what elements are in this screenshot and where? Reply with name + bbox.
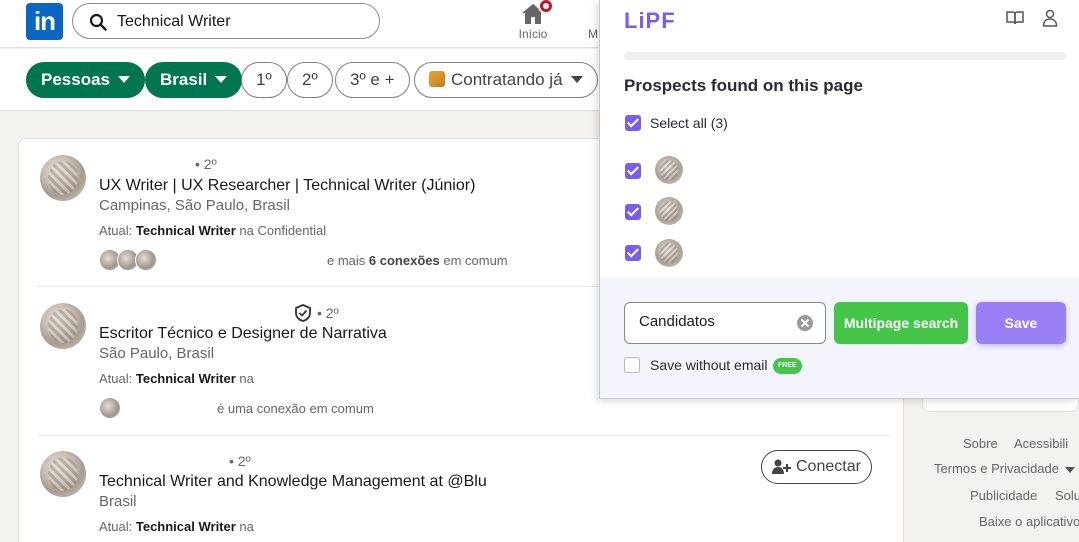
footer-ads-link[interactable]: Publicidade	[970, 488, 1037, 503]
save-without-email-label: Save without email	[650, 357, 768, 373]
connection-degree: • 2º	[195, 156, 217, 172]
chevron-down-icon	[570, 75, 583, 83]
prospect-avatar	[655, 156, 683, 184]
connect-button[interactable]: Conectar	[761, 450, 872, 484]
mini-avatar	[135, 249, 157, 271]
result-current: Atual: Technical Writer na Confidential	[99, 223, 326, 238]
result-location: Campinas, São Paulo, Brasil	[99, 197, 290, 214]
connect-label: Conectar	[796, 458, 861, 475]
footer-terms-label: Termos e Privacidade	[934, 461, 1059, 476]
mutual-connections[interactable]: e mais 6 conexões em comum	[327, 253, 508, 268]
mutual-avatars	[99, 249, 163, 271]
filter-degree-2[interactable]: 2º	[287, 62, 333, 98]
current-role: Technical Writer	[135, 519, 236, 534]
filter-people[interactable]: Pessoas	[26, 62, 145, 98]
footer-about-link[interactable]: Sobre	[963, 436, 998, 451]
filter-hiring[interactable]: Contratando já	[414, 62, 598, 98]
footer-app-link[interactable]: Baixe o aplicativo	[979, 514, 1079, 529]
lipf-actions: Multipage search Save Save without email…	[600, 278, 1079, 398]
prospect-checkbox[interactable]	[625, 204, 641, 220]
save-button[interactable]: Save	[976, 302, 1066, 344]
notification-badge	[538, 0, 554, 14]
select-all-checkbox[interactable]	[625, 115, 641, 131]
current-prefix: Atual:	[99, 519, 136, 534]
avatar[interactable]	[40, 451, 86, 497]
prospect-avatar	[655, 197, 683, 225]
free-badge: FREE	[773, 358, 802, 374]
current-company: na	[235, 371, 254, 386]
mutual-avatars	[99, 397, 123, 419]
footer-solutions-link[interactable]: Solu	[1055, 488, 1079, 503]
search-input[interactable]	[117, 10, 367, 34]
footer-accessibility-link[interactable]: Acessibili	[1014, 436, 1068, 451]
select-all-label: Select all (3)	[650, 115, 728, 131]
connection-degree: • 2º	[229, 453, 251, 469]
result-location: Brasil	[99, 493, 137, 510]
hiring-icon	[429, 71, 445, 88]
list-name-field[interactable]	[624, 302, 826, 344]
nav-home[interactable]: Início	[508, 0, 558, 44]
filter-country-label: Brasil	[160, 70, 208, 89]
multipage-search-button[interactable]: Multipage search	[834, 302, 968, 344]
search-icon	[89, 13, 107, 31]
list-name-input[interactable]	[639, 313, 789, 330]
connections-suffix: em comum	[439, 253, 508, 268]
current-role: Technical Writer	[135, 371, 236, 386]
nav-home-label: Início	[518, 27, 548, 41]
avatar[interactable]	[40, 303, 86, 349]
filter-hiring-label: Contratando já	[451, 70, 563, 89]
filter-country[interactable]: Brasil	[145, 62, 243, 98]
footer-terms-link[interactable]: Termos e Privacidade	[934, 461, 1075, 476]
chevron-down-icon	[215, 75, 228, 83]
current-company: na Confidential	[235, 223, 327, 238]
current-company: na	[235, 519, 254, 534]
nav-next-label[interactable]: M	[588, 27, 598, 41]
lipf-panel: LiPF Prospects found on this page Select…	[599, 0, 1079, 399]
save-without-email-checkbox[interactable]	[624, 357, 640, 373]
avatar[interactable]	[40, 155, 86, 201]
user-icon[interactable]	[1042, 9, 1058, 27]
result-current: Atual: Technical Writer na	[99, 519, 254, 534]
lipf-logo: LiPF	[624, 8, 676, 33]
result-current: Atual: Technical Writer na	[99, 371, 254, 386]
chevron-down-icon	[1065, 466, 1075, 473]
connections-prefix: e mais	[327, 253, 369, 268]
filter-degree-1[interactable]: 1º	[241, 62, 287, 98]
current-role: Technical Writer	[135, 223, 236, 238]
connections-count: 6 conexões	[368, 253, 440, 268]
current-prefix: Atual:	[99, 371, 136, 386]
progress-bar	[624, 52, 1066, 60]
book-icon[interactable]	[1006, 10, 1024, 26]
prospects-heading: Prospects found on this page	[624, 76, 863, 95]
current-prefix: Atual:	[99, 223, 136, 238]
mutual-connections[interactable]: é uma conexão em comum	[217, 401, 374, 416]
result-title[interactable]: UX Writer | UX Researcher | Technical Wr…	[99, 177, 475, 195]
prospect-avatar	[655, 239, 683, 267]
prospect-checkbox[interactable]	[625, 245, 641, 261]
search-box[interactable]	[72, 3, 380, 39]
linkedin-logo[interactable]: in	[26, 3, 63, 40]
connection-degree: • 2º	[317, 305, 339, 321]
divider	[37, 435, 889, 436]
filter-degree-3[interactable]: 3º e +	[335, 62, 410, 98]
chevron-down-icon	[118, 75, 130, 83]
result-location: São Paulo, Brasil	[99, 345, 215, 362]
filter-people-label: Pessoas	[41, 70, 110, 89]
add-person-icon	[772, 459, 791, 474]
verified-shield-icon	[295, 304, 311, 322]
clear-icon[interactable]	[797, 315, 813, 331]
result-title[interactable]: Escritor Técnico e Designer de Narrativa	[99, 325, 387, 343]
mini-avatar	[99, 397, 121, 419]
prospect-checkbox[interactable]	[625, 163, 641, 179]
result-title[interactable]: Technical Writer and Knowledge Managemen…	[99, 473, 487, 491]
